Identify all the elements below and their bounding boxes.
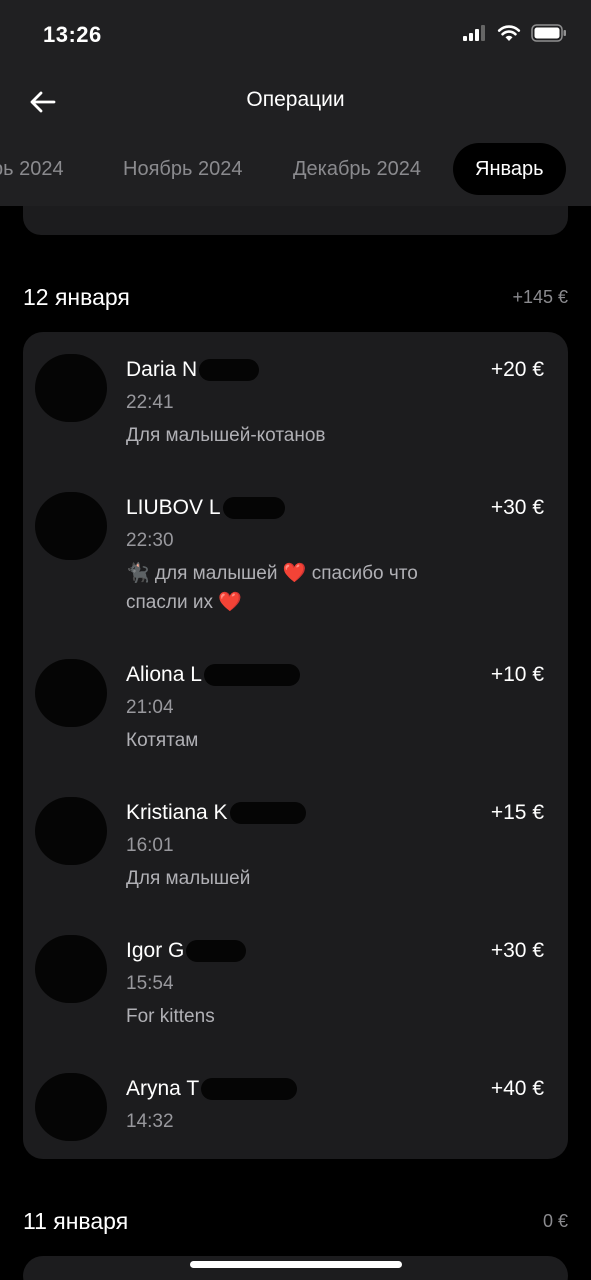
operation-time: 14:32	[126, 1111, 174, 1132]
avatar	[35, 797, 107, 865]
operation-amount: +30 €	[490, 939, 544, 962]
page-title: Операции	[246, 88, 345, 111]
operation-time: 22:30	[126, 530, 174, 551]
redaction	[199, 359, 260, 382]
redaction	[229, 802, 306, 825]
heart-icon: ❤️	[282, 563, 307, 584]
signal-icon	[463, 25, 487, 46]
redaction	[222, 497, 285, 520]
operation-row[interactable]: Aliona L +10 € 21:04 Котятам	[23, 659, 568, 773]
heart-icon: ❤️	[218, 592, 242, 613]
operation-comment: For kittens	[126, 1006, 215, 1027]
operation-amount: +15 €	[490, 801, 544, 824]
home-indicator[interactable]	[190, 1261, 402, 1268]
operation-time: 22:41	[126, 392, 174, 413]
operation-name: LIUBOV L	[126, 496, 285, 520]
operations-card: Daria N +20 € 22:41 Для малышей-котанов …	[23, 332, 568, 1159]
operation-amount: +40 €	[490, 1077, 544, 1100]
header: Операции рь 2024 Ноябрь 2024 Декабрь 202…	[0, 70, 591, 206]
operation-name: Daria N	[126, 358, 260, 382]
operation-row[interactable]: Igor G +30 € 15:54 For kittens	[23, 935, 568, 1049]
status-time: 13:26	[43, 22, 102, 47]
operation-name: Igor G	[126, 939, 247, 963]
operation-comment: Котятам	[126, 730, 199, 751]
operations-card-next	[23, 1256, 568, 1280]
wifi-icon	[497, 24, 521, 47]
tab-january[interactable]: Январь	[453, 143, 566, 195]
operation-comment: 🐈‍⬛ для малышей ❤️ спасибо что спасли их…	[126, 563, 418, 613]
operation-time: 21:04	[126, 697, 174, 718]
status-bar: 13:26	[0, 0, 591, 70]
operation-amount: +30 €	[490, 496, 544, 519]
operation-row[interactable]: Kristiana K +15 € 16:01 Для малышей	[23, 797, 568, 911]
day-total: 0 €	[542, 1211, 568, 1231]
avatar	[35, 354, 107, 422]
operation-row[interactable]: Daria N +20 € 22:41 Для малышей-котанов	[23, 354, 568, 468]
operation-time: 16:01	[126, 835, 174, 856]
avatar	[35, 935, 107, 1003]
avatar	[35, 492, 107, 560]
operation-comment: Для малышей	[126, 868, 251, 889]
status-icons	[463, 24, 567, 47]
operation-comment: Для малышей-котанов	[126, 425, 326, 446]
operation-time: 15:54	[126, 973, 174, 994]
operation-name: Aryna T	[126, 1077, 298, 1101]
redaction	[203, 664, 300, 687]
day-total: +145 €	[512, 287, 568, 307]
day-header: 11 января 0 €	[23, 1208, 568, 1240]
month-tabs: рь 2024 Ноябрь 2024 Декабрь 2024 Январь	[0, 143, 591, 195]
day-title: 12 января	[23, 284, 130, 310]
operation-name: Kristiana K	[126, 801, 306, 825]
avatar	[35, 1073, 107, 1141]
operation-name: Aliona L	[126, 663, 300, 687]
tab-november-2024[interactable]: Ноябрь 2024	[123, 143, 242, 195]
operation-amount: +20 €	[490, 358, 544, 381]
operation-amount: +10 €	[490, 663, 544, 686]
redaction	[201, 1078, 298, 1101]
tab-october-2024[interactable]: рь 2024	[0, 143, 64, 195]
battery-icon	[531, 24, 567, 47]
operation-row[interactable]: LIUBOV L +30 € 22:30 🐈‍⬛ для малышей ❤️ …	[23, 492, 568, 616]
operation-row[interactable]: Aryna T +40 € 14:32	[23, 1073, 568, 1147]
avatar	[35, 659, 107, 727]
tab-december-2024[interactable]: Декабрь 2024	[293, 143, 421, 195]
previous-card-tail	[23, 206, 568, 235]
day-header: 12 января +145 €	[23, 284, 568, 316]
redaction	[186, 940, 247, 963]
day-title: 11 января	[23, 1208, 129, 1234]
